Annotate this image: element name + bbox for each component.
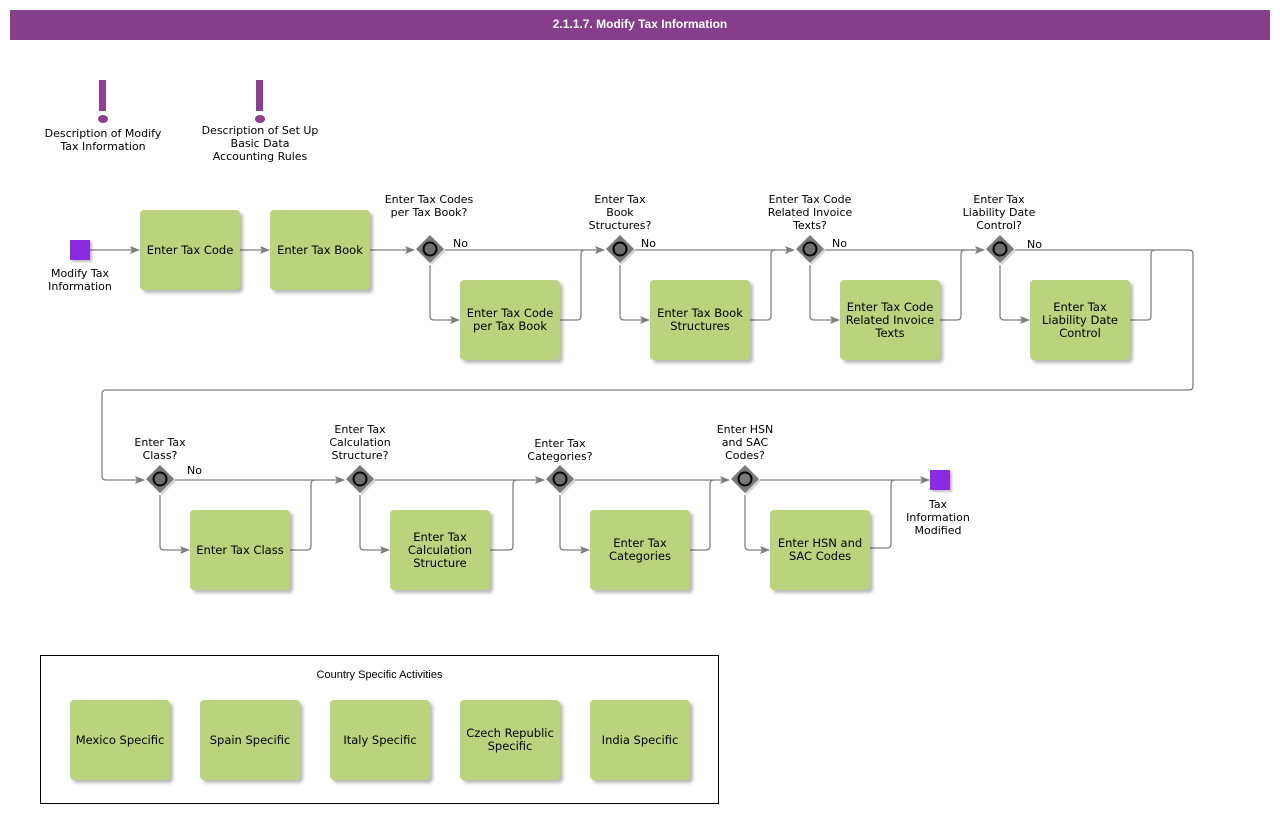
gateway-label: Enter Tax Book Structures?	[588, 193, 652, 232]
flow-merge	[290, 479, 316, 551]
gateway-label: Enter HSN and SAC Codes?	[716, 423, 774, 462]
end-event[interactable]	[930, 470, 950, 490]
no-label: No	[1027, 238, 1042, 251]
flow-merge	[750, 249, 776, 321]
flow-merge	[1130, 249, 1156, 321]
gateway-label: Enter Tax Class?	[134, 436, 186, 462]
gateway-label: Enter Tax Liability Date Control?	[962, 193, 1036, 232]
task-enter-tax-book[interactable]: Enter Tax Book	[270, 210, 370, 290]
gateway-tax-liability-date-control[interactable]	[985, 235, 1015, 265]
flow-yes	[809, 265, 840, 324]
task-enter-tax-code-per-tax-book[interactable]: Enter Tax Code per Tax Book	[460, 280, 560, 360]
gateway-tax-calculation-structure[interactable]	[345, 465, 375, 495]
task-enter-hsn-and-sac-codes[interactable]: Enter HSN and SAC Codes	[770, 510, 870, 590]
gateway-label: Enter Tax Code Related Invoice Texts?	[767, 193, 853, 232]
gateway-label: Enter Tax Codes per Tax Book?	[384, 193, 474, 219]
task-enter-tax-liability-date-control[interactable]: Enter Tax Liability Date Control	[1030, 280, 1130, 360]
start-event-label: Modify Tax Information	[48, 267, 112, 293]
flow-merge	[690, 479, 715, 551]
flow-yes	[559, 495, 590, 554]
flow-merge	[560, 249, 586, 321]
gateway-tax-categories[interactable]	[545, 465, 575, 495]
flow-yes	[429, 265, 460, 324]
group-title: Country Specific Activities	[316, 669, 443, 681]
flow-yes	[744, 495, 770, 554]
no-label: No	[187, 464, 202, 477]
flow-yes	[619, 265, 650, 324]
gateway-tax-class[interactable]	[145, 465, 175, 495]
task-spain-specific[interactable]: Spain Specific	[200, 700, 300, 780]
task-enter-tax-class[interactable]: Enter Tax Class	[190, 510, 290, 590]
task-mexico-specific[interactable]: Mexico Specific	[70, 700, 170, 780]
gateway-tax-book-structures[interactable]	[605, 235, 635, 265]
no-label: No	[641, 237, 656, 250]
task-enter-tax-code[interactable]: Enter Tax Code	[140, 210, 240, 290]
gateway-label: Enter Tax Categories?	[527, 437, 593, 463]
no-label: No	[832, 237, 847, 250]
gateway-tax-codes-per-tax-book[interactable]	[415, 235, 445, 265]
task-italy-specific[interactable]: Italy Specific	[330, 700, 430, 780]
task-india-specific[interactable]: India Specific	[590, 700, 690, 780]
task-enter-tax-calculation-structure[interactable]: Enter Tax Calculation Structure	[390, 510, 490, 590]
flow-merge	[870, 479, 896, 549]
start-event[interactable]	[70, 240, 90, 260]
task-enter-tax-book-structures[interactable]: Enter Tax Book Structures	[650, 280, 750, 360]
task-enter-tax-code-related-invoice-texts[interactable]: Enter Tax Code Related Invoice Texts	[840, 280, 940, 360]
flow-merge	[490, 479, 518, 551]
gateway-tax-code-related-invoice-texts[interactable]	[795, 235, 825, 265]
flow-yes	[159, 495, 190, 554]
flow-yes	[999, 265, 1030, 324]
end-event-label: Tax Information Modified	[906, 498, 970, 537]
no-label: No	[453, 237, 468, 250]
flow-merge	[940, 249, 966, 321]
task-czech-republic-specific[interactable]: Czech Republic Specific	[460, 700, 560, 780]
task-enter-tax-categories[interactable]: Enter Tax Categories	[590, 510, 690, 590]
gateway-hsn-and-sac-codes[interactable]	[730, 465, 760, 495]
gateway-label: Enter Tax Calculation Structure?	[329, 423, 391, 462]
flow-yes	[359, 495, 390, 554]
